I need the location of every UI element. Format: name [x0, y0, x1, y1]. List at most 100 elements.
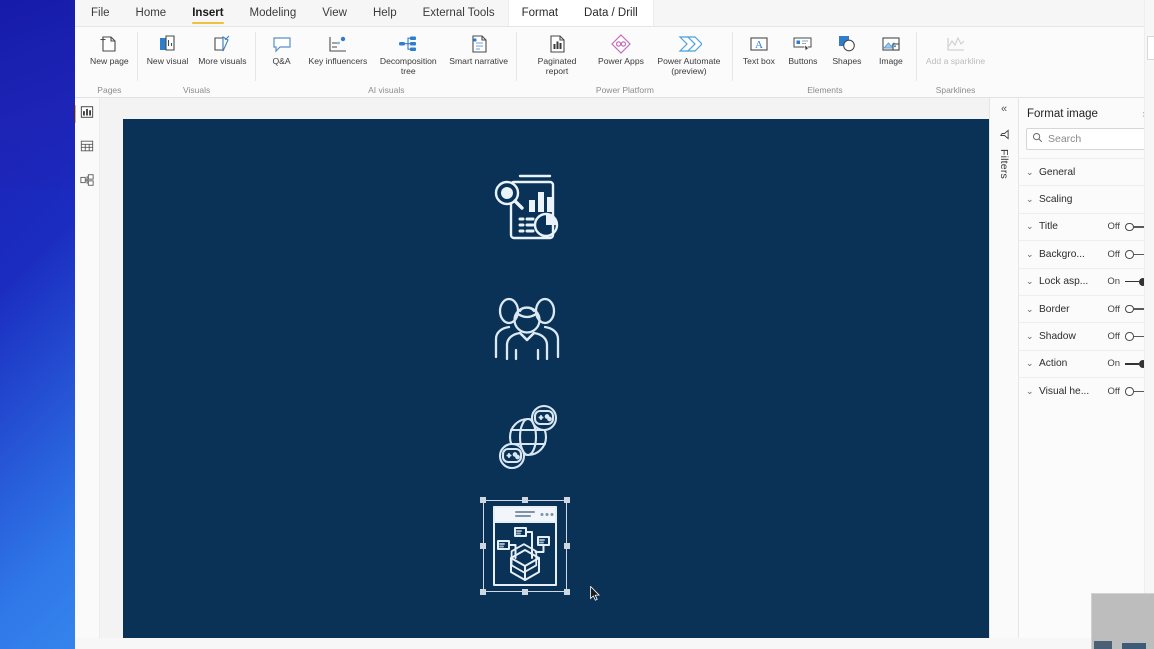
ribbon-body: New page Pages New visual More visuals V…	[75, 27, 1154, 98]
chevron-down-icon: ⌄	[1026, 358, 1034, 369]
decomposition-tree-icon	[396, 31, 420, 56]
add-sparkline-label: Add a sparkline	[925, 56, 986, 66]
new-visual-label: New visual	[146, 56, 189, 66]
format-section-visual-header[interactable]: ⌄ Visual he... Off	[1019, 377, 1154, 404]
chevron-down-icon: ⌄	[1026, 248, 1034, 259]
format-section-visual-header-label: Visual he...	[1039, 385, 1090, 397]
filters-pane-title: Filters	[998, 149, 1010, 179]
chevron-down-icon: ⌄	[1026, 303, 1034, 314]
decomposition-tree-button[interactable]: Decomposition tree	[372, 29, 444, 76]
resize-handle-bottom-left[interactable]	[480, 589, 486, 595]
far-right-pane-edge	[1144, 0, 1154, 649]
filters-pane-collapsed[interactable]: « Filters	[989, 98, 1018, 649]
text-box-button[interactable]: A Text box	[737, 29, 781, 67]
format-section-action-label: Action	[1039, 358, 1068, 370]
canvas-image-people-group[interactable]	[489, 292, 565, 366]
buttons-label: Buttons	[788, 56, 818, 66]
format-action-toggle-state: On	[1107, 358, 1120, 370]
ribbon-group-elements-label: Elements	[807, 85, 843, 95]
format-pane: Format image › Search ⌄ General ⌄ Scalin…	[1018, 98, 1154, 649]
report-page-canvas[interactable]	[123, 119, 989, 640]
resize-handle-top-right[interactable]	[564, 497, 570, 503]
format-section-border-label: Border	[1039, 303, 1070, 315]
mouse-cursor	[590, 586, 600, 601]
shapes-button[interactable]: Shapes	[825, 29, 869, 67]
format-section-general-label: General	[1039, 166, 1076, 178]
qa-button[interactable]: Q&A	[260, 29, 304, 67]
new-page-button[interactable]: New page	[85, 29, 134, 67]
tab-file[interactable]: File	[78, 0, 123, 26]
tab-modeling[interactable]: Modeling	[237, 0, 310, 26]
key-influencers-icon	[326, 31, 350, 56]
decomposition-tree-label: Decomposition tree	[379, 56, 437, 76]
tab-home[interactable]: Home	[123, 0, 180, 26]
chevron-down-icon: ⌄	[1026, 221, 1034, 232]
tab-view[interactable]: View	[309, 0, 360, 26]
format-section-action[interactable]: ⌄ Action On	[1019, 349, 1154, 377]
resize-handle-middle-right[interactable]	[564, 543, 570, 549]
data-view-icon	[80, 139, 94, 158]
canvas-image-browser-cube[interactable]	[480, 497, 570, 595]
report-canvas-area[interactable]	[100, 98, 989, 649]
more-visuals-button[interactable]: More visuals	[193, 29, 251, 67]
resize-handle-middle-left[interactable]	[480, 543, 486, 549]
tab-external-tools[interactable]: External Tools	[410, 0, 508, 26]
power-automate-button[interactable]: Power Automate (preview)	[649, 29, 729, 76]
chevron-down-icon: ⌄	[1026, 331, 1034, 342]
format-section-general[interactable]: ⌄ General	[1019, 158, 1154, 185]
nav-data-view[interactable]	[77, 138, 97, 158]
ribbon-group-pages: New page Pages	[81, 27, 138, 95]
format-search-box[interactable]: Search	[1026, 128, 1147, 150]
tab-help-label: Help	[372, 7, 397, 19]
filters-collapse-icon[interactable]: «	[1001, 104, 1007, 115]
key-influencers-button[interactable]: Key influencers	[304, 29, 373, 67]
resize-handle-bottom-center[interactable]	[522, 589, 528, 595]
format-section-title[interactable]: ⌄ Title Off	[1019, 212, 1154, 240]
power-apps-button[interactable]: Power Apps	[593, 29, 649, 67]
nav-report-view[interactable]	[75, 104, 97, 124]
format-section-scaling[interactable]: ⌄ Scaling	[1019, 185, 1154, 212]
tab-format[interactable]: Format	[508, 0, 572, 26]
canvas-image-analytics-report[interactable]	[486, 169, 568, 251]
resize-handle-top-left[interactable]	[480, 497, 486, 503]
new-visual-button[interactable]: New visual	[142, 29, 194, 67]
qa-label: Q&A	[272, 56, 291, 66]
key-influencers-label: Key influencers	[308, 56, 368, 66]
ribbon-group-sparklines: Add a sparkline Sparklines	[917, 27, 994, 95]
search-icon	[1032, 130, 1043, 148]
paginated-report-button[interactable]: Paginated report	[521, 29, 593, 76]
chevron-down-icon: ⌄	[1026, 194, 1034, 205]
smart-narrative-label: Smart narrative	[449, 56, 509, 66]
tab-insert-label: Insert	[192, 7, 224, 19]
smart-narrative-button[interactable]: Smart narrative	[444, 29, 513, 67]
main-area: « Filters Format image › Search	[75, 98, 1154, 649]
format-section-title-label: Title	[1039, 221, 1058, 233]
image-button[interactable]: Image	[869, 29, 913, 67]
shapes-icon	[835, 31, 859, 56]
canvas-image-globe-gaming[interactable]	[493, 402, 563, 472]
window-bottom-strip	[75, 638, 1154, 649]
format-section-lock-aspect[interactable]: ⌄ Lock asp... On	[1019, 267, 1154, 295]
tab-help[interactable]: Help	[360, 0, 410, 26]
ribbon-group-ai-visuals: Q&A Key influencers Decomposition tree S…	[256, 27, 518, 95]
smart-narrative-icon	[467, 31, 491, 56]
format-background-toggle-state: Off	[1107, 248, 1121, 260]
resize-handle-top-center[interactable]	[522, 497, 528, 503]
tab-insert[interactable]: Insert	[179, 0, 236, 26]
tab-data-drill[interactable]: Data / Drill	[571, 0, 651, 26]
format-section-background[interactable]: ⌄ Backgro... Off	[1019, 240, 1154, 267]
ribbon-group-pages-label: Pages	[97, 85, 122, 95]
more-visuals-icon	[210, 31, 234, 56]
format-section-border[interactable]: ⌄ Border Off	[1019, 294, 1154, 322]
paginated-report-label: Paginated report	[537, 56, 577, 76]
chevron-down-icon: ⌄	[1026, 166, 1034, 177]
resize-handle-bottom-right[interactable]	[564, 589, 570, 595]
nav-model-view[interactable]	[77, 172, 97, 192]
image-selection-border	[483, 500, 567, 592]
buttons-button[interactable]: Buttons	[781, 29, 825, 67]
format-visual-header-toggle-state: Off	[1107, 385, 1121, 397]
bottom-right-overlay	[1091, 593, 1154, 649]
add-sparkline-button[interactable]: Add a sparkline	[921, 29, 990, 67]
format-section-shadow[interactable]: ⌄ Shadow Off	[1019, 322, 1154, 349]
ribbon-tab-strip: File Home Insert Modeling View Help Exte…	[75, 0, 1154, 27]
